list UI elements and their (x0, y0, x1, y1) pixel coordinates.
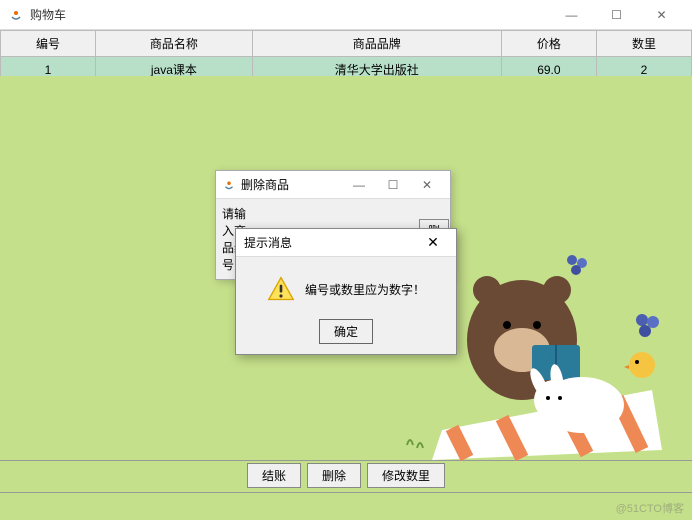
alert-body: 编号或数里应为数字！ 确定 (236, 257, 456, 354)
main-titlebar: 购物车 — ☐ ✕ (0, 0, 692, 30)
alert-message-row: 编号或数里应为数字！ (246, 275, 446, 303)
alert-close-button[interactable]: ✕ (418, 234, 448, 251)
alert-title: 提示消息 (244, 234, 418, 251)
dialog-maximize-button[interactable]: ☐ (376, 172, 410, 198)
delete-button[interactable]: 删除 (307, 463, 361, 488)
delete-dialog-titlebar: 删除商品 — ☐ ✕ (216, 171, 450, 199)
col-price[interactable]: 价格 (501, 31, 596, 57)
java-icon (222, 178, 236, 192)
ok-button[interactable]: 确定 (319, 319, 373, 344)
dialog-minimize-button[interactable]: — (342, 172, 376, 198)
col-qty[interactable]: 数里 (596, 31, 691, 57)
alert-message: 编号或数里应为数字！ (305, 281, 425, 298)
col-brand[interactable]: 商品品牌 (252, 31, 501, 57)
maximize-button[interactable]: ☐ (594, 0, 639, 30)
col-name[interactable]: 商品名称 (96, 31, 253, 57)
minimize-button[interactable]: — (549, 0, 594, 30)
alert-dialog: 提示消息 ✕ 编号或数里应为数字！ 确定 (235, 228, 457, 355)
table-header-row: 编号 商品名称 商品品牌 价格 数里 (1, 31, 692, 57)
java-icon (8, 7, 24, 23)
delete-dialog-title: 删除商品 (241, 176, 342, 193)
warning-icon (267, 275, 295, 303)
close-button[interactable]: ✕ (639, 0, 684, 30)
bottom-strip (0, 492, 692, 520)
dialog-close-button[interactable]: ✕ (410, 172, 444, 198)
window-controls: — ☐ ✕ (549, 0, 684, 30)
checkout-button[interactable]: 结账 (247, 463, 301, 488)
window-title: 购物车 (30, 6, 549, 23)
watermark: @51CTO博客 (616, 500, 684, 516)
alert-titlebar: 提示消息 ✕ (236, 229, 456, 257)
col-id[interactable]: 编号 (1, 31, 96, 57)
